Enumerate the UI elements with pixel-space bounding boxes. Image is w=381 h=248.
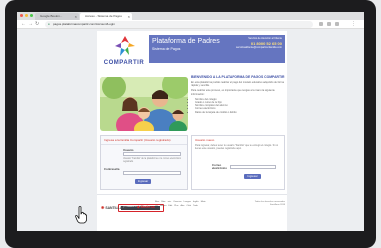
partner-logo[interactable]: Ciencias [173,201,181,203]
list-item: Datos de la tarjeta de crédito o débito [195,111,285,114]
profile-icon[interactable] [335,22,339,26]
login-heading: Ingresa a la familia Compartir (Usuario … [101,136,187,145]
partner-logo[interactable]: Arte [180,205,184,207]
compartir-logo[interactable]: COMPARTIR [100,35,148,75]
header-contact: Servicio de Atención al Cliente 01 8000 … [226,37,282,50]
username-hint: Usuario "Familia" de la plataforma o tu … [123,158,182,163]
family-hero-image [100,77,188,131]
url-field[interactable]: ● pagos.plataformacompartir.com/Account/… [45,21,313,28]
username-input[interactable] [123,152,181,156]
partner-logo[interactable]: Plus [174,205,178,207]
tab-bar: Google Bookm... × Acceso - Sistema de Pa… [17,12,364,20]
partner-logo[interactable]: Tic [155,205,158,207]
partner-row: Btec Btec mis Ciencias Lengua Inglés Mat… [155,201,241,203]
compartir-logo-mark-icon [115,36,135,56]
password-input[interactable] [123,171,181,175]
register-paragraph: Para ingresar, debes tener tu usuario "F… [195,144,279,151]
lock-icon: ● [48,22,50,26]
partner-logo[interactable]: Btec [155,201,159,203]
partner-logo[interactable]: Todo [193,205,198,207]
register-panel: Usuario nuevo Para ingresar, debes tener… [191,135,285,190]
partner-logos: Btec Btec mis Ciencias Lengua Inglés Mat… [155,201,241,215]
page-viewport: COMPARTIR Plataforma de Padres Sistema d… [17,29,364,231]
reload-icon[interactable]: ↻ [35,21,39,28]
browser-menu-icon[interactable]: ⋮ [351,21,356,28]
footer: ❋ SANTILLANA ◆ Moderna Btec Btec mis Cie… [97,194,287,231]
santillana-mark-icon: ❋ [101,205,105,210]
bookmark-star-icon[interactable] [319,22,323,26]
hand-pointer-icon [75,206,87,224]
maximize-window-icon[interactable] [30,14,33,17]
footer-legal: Todos los derechos reservados Santillana… [254,201,285,206]
welcome-title: BIENVENIDO A LA PLATAFORMA DE PAGOS COMP… [191,75,285,79]
moderna-wordmark: Moderna [140,205,155,209]
address-bar: ← → ↻ ● pagos.plataformacompartir.com/Ac… [17,20,364,29]
santillana-logo[interactable]: ❋ SANTILLANA [101,205,127,210]
window-controls [20,14,33,17]
partner-logo[interactable]: Btec [161,201,165,203]
register-email-label: Correo electrónico [212,163,227,170]
partner-logo[interactable]: Norma [160,205,167,207]
forward-icon[interactable]: → [28,21,33,28]
header-subtitle: Sistema de Pagos [152,47,181,51]
extension-icon[interactable] [327,22,331,26]
partner-logo[interactable]: Lengua [184,201,191,203]
header-banner: Plataforma de Padres Sistema de Pagos Se… [149,35,285,63]
requirements-list: Nombre del colegio Grado o curso de tu h… [191,98,285,114]
register-submit-button[interactable]: Ingresar [244,174,261,179]
partner-logo[interactable]: Edit [168,205,172,207]
welcome-info: BIENVENIDO A LA PLATAFORMA DE PAGOS COMP… [191,75,285,114]
register-email-input[interactable] [230,165,276,169]
partner-logo[interactable]: Club [186,205,191,207]
back-icon[interactable]: ← [21,21,26,28]
tab-bookmarks[interactable]: Google Bookm... × [35,13,79,20]
partner-logo[interactable]: mis [168,201,171,203]
site-container: COMPARTIR Plataforma de Padres Sistema d… [97,31,287,231]
tab-label: Acceso - Sistema de Pagos [85,14,122,18]
contact-email[interactable]: servicioalcliente@compartirenfamilia.com [226,46,282,50]
tablet-frame: Google Bookm... × Acceso - Sistema de Pa… [5,0,376,248]
logo-wordmark: COMPARTIR [103,60,145,66]
moderna-mark-icon: ◆ [137,205,140,209]
login-panel: Ingresa a la familia Compartir (Usuario … [100,135,188,190]
santillana-wordmark: SANTILLANA [105,206,127,210]
login-submit-button[interactable]: Ingresar [135,179,151,184]
tab-label: Google Bookm... [40,14,63,18]
url-text: pagos.plataformacompartir.com/Account/Lo… [53,22,115,26]
minimize-window-icon[interactable] [25,14,28,17]
partner-row: Tic Norma Edit Plus Arte Club Todo [155,205,241,207]
browser-window: Google Bookm... × Acceso - Sistema de Pa… [17,12,364,231]
welcome-paragraph: En esta plataforma podrás realizar el pa… [191,81,284,88]
partner-logo[interactable]: Inglés [193,201,199,203]
moderna-logo[interactable]: ◆ Moderna [137,205,155,209]
partner-logo[interactable]: Mate [201,201,206,203]
password-label: Contraseña [104,167,120,171]
tab-sistema-pagos[interactable]: Acceso - Sistema de Pagos × [80,13,132,20]
header-title: Plataforma de Padres [152,38,220,45]
close-tab-icon[interactable]: × [75,13,77,20]
close-window-icon[interactable] [20,14,23,17]
register-heading: Usuario nuevo [195,138,215,142]
requirements-intro: Para realizar este proceso, es important… [191,89,275,96]
close-tab-icon[interactable]: × [128,13,130,20]
